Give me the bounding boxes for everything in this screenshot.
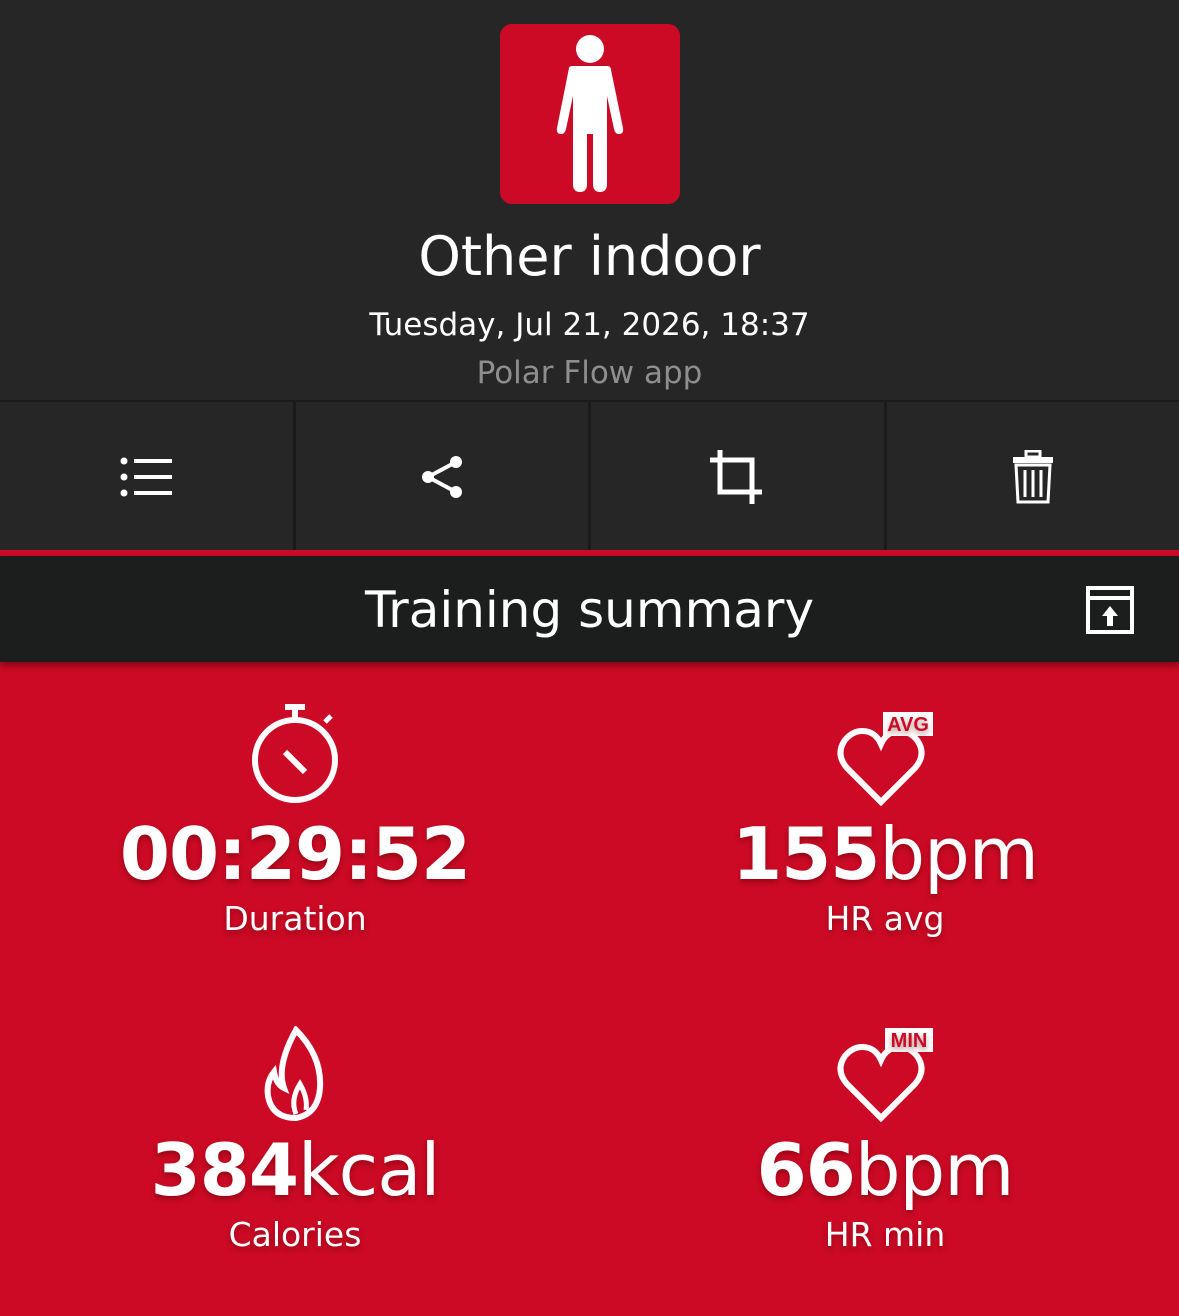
workout-title: Other indoor (418, 225, 761, 288)
hr-min-unit: bpm (854, 1128, 1015, 1212)
heart-avg-badge: AVG (887, 714, 929, 736)
export-icon (1086, 586, 1134, 634)
hr-avg-label: HR avg (825, 899, 945, 938)
flame-icon (264, 1026, 324, 1122)
training-summary-panel: 00:29:52 Duration AVG 155bpm HR avg 384k… (0, 662, 1179, 1316)
calories-value: 384 (150, 1128, 299, 1212)
workout-header: Other indoor Tuesday, Jul 21, 2026, 18:3… (0, 0, 1179, 400)
duration-label: Duration (223, 899, 367, 938)
hr-min-stat: MIN 66bpm HR min (590, 1012, 1179, 1256)
hr-avg-stat: AVG 155bpm HR avg (590, 696, 1179, 940)
calories-stat: 384kcal Calories (0, 1012, 590, 1256)
duration-value: 00:29:52 (119, 812, 471, 896)
list-icon (120, 457, 173, 497)
heart-avg-icon: AVG (837, 712, 933, 806)
sport-icon-tile (500, 24, 680, 204)
details-button[interactable] (0, 402, 296, 552)
crop-icon (710, 450, 763, 504)
share-icon (421, 456, 462, 498)
hr-min-value: 66 (756, 1128, 856, 1212)
hr-avg-unit: bpm (879, 812, 1039, 896)
section-title: Training summary (364, 581, 815, 639)
heart-min-icon: MIN (837, 1028, 933, 1122)
calories-unit: kcal (297, 1128, 440, 1212)
person-standing-icon (556, 35, 624, 192)
duration-stat: 00:29:52 Duration (0, 696, 590, 940)
trash-icon (1012, 450, 1053, 504)
delete-button[interactable] (887, 402, 1179, 552)
section-header: Training summary (0, 556, 1179, 662)
heart-min-badge: MIN (891, 1030, 928, 1052)
stopwatch-icon (252, 704, 338, 803)
share-button[interactable] (296, 402, 591, 552)
crop-button[interactable] (591, 402, 887, 552)
calories-label: Calories (228, 1215, 362, 1254)
hr-min-label: HR min (824, 1215, 946, 1254)
action-toolbar (0, 400, 1179, 552)
hr-avg-value: 155 (732, 812, 880, 896)
workout-source: Polar Flow app (476, 355, 703, 391)
export-button[interactable] (1086, 586, 1134, 634)
workout-datetime: Tuesday, Jul 21, 2026, 18:37 (369, 307, 810, 343)
